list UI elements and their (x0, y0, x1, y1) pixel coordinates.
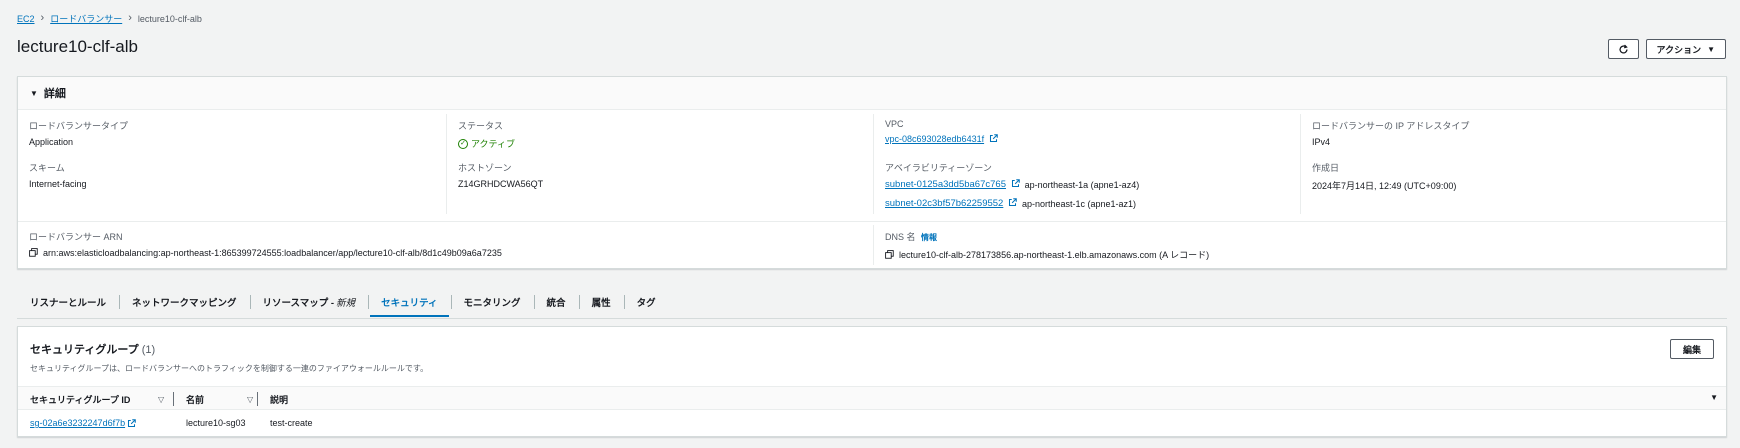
tab-integrations[interactable]: 統合 (533, 288, 579, 316)
check-circle-icon: ✓ (458, 138, 468, 149)
tab-security[interactable]: セキュリティ (368, 288, 450, 317)
chevron-right-icon: › (40, 12, 45, 24)
tab-monitoring[interactable]: モニタリング (450, 288, 534, 316)
status-value: ✓ アクティブ (458, 137, 515, 150)
caret-down-icon: ▼ (30, 88, 38, 98)
scheme-value: Internet-facing (29, 179, 87, 189)
status-text: アクティブ (471, 139, 516, 149)
tab-bar: リスナーとルール ネットワークマッピング リソースマップ - 新規 セキュリティ… (17, 288, 669, 317)
tab-attributes[interactable]: 属性 (578, 288, 624, 316)
hosted-zone-label: ホストゾーン (458, 163, 512, 173)
sort-icon: ▽ (158, 394, 165, 404)
hosted-zone-value: Z14GRHDCWA56QT (458, 179, 544, 189)
ip-type-label: ロードバランサーの IP アドレスタイプ (1312, 121, 1470, 131)
sg-id-link[interactable]: sg-02a6e3232247d6f7b (30, 418, 125, 428)
az-field: アベイラビリティーゾーン subnet-0125a3dd5ba67c765 ap… (885, 161, 1139, 217)
breadcrumb-current: lecture10-clf-alb (137, 13, 202, 24)
actions-button[interactable]: アクション ▼ (1645, 39, 1726, 59)
breadcrumb-load-balancers[interactable]: ロードバランサー (50, 12, 122, 25)
dns-value: lecture10-clf-alb-278173856.ap-northeast… (899, 250, 1210, 260)
vpc-field: VPC vpc-08c693028edb6431f (885, 119, 998, 144)
created-label: 作成日 (1312, 163, 1340, 173)
details-title: 詳細 (43, 88, 66, 100)
scheme-field: スキーム Internet-facing (29, 161, 87, 189)
security-groups-title: セキュリティグループ (1) (30, 344, 156, 356)
copy-icon[interactable] (885, 250, 894, 259)
table-header: セキュリティグループ ID ▽ 名前 ▽ 説明 ▼ (18, 386, 1726, 410)
arn-field: ロードバランサー ARN arn:aws:elasticloadbalancin… (29, 230, 502, 258)
refresh-button[interactable] (1607, 39, 1639, 59)
details-panel: ▼ 詳細 ロードバランサータイプ Application スキーム Intern… (17, 76, 1727, 269)
subnet-row: subnet-0125a3dd5ba67c765 ap-northeast-1a… (885, 179, 1139, 190)
tab-tags[interactable]: タグ (623, 288, 669, 316)
external-link-icon (128, 418, 136, 427)
external-link-icon (1011, 179, 1020, 188)
caret-down-icon[interactable]: ▼ (1710, 393, 1718, 402)
edit-button[interactable]: 編集 (1670, 339, 1714, 359)
column-header-sg-id[interactable]: セキュリティグループ ID ▽ (30, 387, 164, 411)
tab-listeners[interactable]: リスナーとルール (17, 288, 119, 316)
security-groups-description: セキュリティグループは、ロードバランサーへのトラフィックを制御する一連のファイア… (30, 364, 429, 373)
breadcrumb: EC2 › ロードバランサー › lecture10-clf-alb (17, 12, 202, 25)
status-field: ステータス ✓ アクティブ (458, 119, 515, 150)
ip-type-field: ロードバランサーの IP アドレスタイプ IPv4 (1312, 119, 1469, 147)
header-actions: アクション ▼ (1607, 39, 1726, 59)
external-link-icon (989, 134, 998, 143)
subnet-row: subnet-02c3bf57b62259552 ap-northeast-1c… (885, 198, 1139, 209)
subnet-link[interactable]: subnet-0125a3dd5ba67c765 (885, 179, 1006, 190)
page-title: lecture10-clf-alb (17, 37, 138, 56)
subnet-link[interactable]: subnet-02c3bf57b62259552 (885, 198, 1003, 209)
tab-resource-map[interactable]: リソースマップ - 新規 (249, 288, 369, 316)
arn-label: ロードバランサー ARN (29, 232, 123, 242)
ip-type-value: IPv4 (1312, 137, 1331, 147)
sg-name: lecture10-sg03 (186, 418, 246, 428)
status-label: ステータス (458, 121, 504, 131)
tab-network-mapping[interactable]: ネットワークマッピング (119, 288, 250, 316)
column-header-description[interactable]: 説明 (270, 387, 288, 411)
vpc-link[interactable]: vpc-08c693028edb6431f (885, 134, 984, 144)
scheme-label: スキーム (29, 163, 65, 173)
lb-type-value: Application (29, 137, 74, 147)
dns-label: DNS 名 (885, 232, 916, 242)
chevron-right-icon: › (128, 12, 132, 24)
security-groups-panel: セキュリティグループ (1) セキュリティグループは、ロードバランサーへのトラフ… (17, 326, 1727, 437)
sg-description: test-create (270, 418, 313, 428)
external-link-icon (1008, 198, 1017, 207)
security-groups-count: (1) (141, 344, 156, 356)
copy-icon[interactable] (29, 248, 38, 257)
actions-label: アクション (1656, 44, 1702, 55)
column-header-name[interactable]: 名前 ▽ (186, 387, 253, 411)
details-header[interactable]: ▼ 詳細 (18, 77, 1726, 110)
sort-icon: ▽ (247, 394, 254, 404)
table-row: sg-02a6e3232247d6f7b lecture10-sg03 test… (18, 410, 1726, 436)
breadcrumb-ec2[interactable]: EC2 (17, 14, 35, 24)
refresh-icon (1619, 44, 1628, 54)
created-field: 作成日 2024年7月14日, 12:49 (UTC+09:00) (1312, 161, 1456, 192)
subnet-zone: ap-northeast-1a (apne1-az4) (1024, 179, 1140, 190)
dns-field: DNS 名 情報 lecture10-clf-alb-278173856.ap-… (885, 230, 1209, 261)
created-value: 2024年7月14日, 12:49 (UTC+09:00) (1312, 181, 1457, 191)
hosted-zone-field: ホストゾーン Z14GRHDCWA56QT (458, 161, 543, 189)
dns-info-link[interactable]: 情報 (921, 233, 937, 242)
vpc-label: VPC (885, 119, 904, 129)
arn-value: arn:aws:elasticloadbalancing:ap-northeas… (43, 248, 502, 258)
lb-type-label: ロードバランサータイプ (29, 121, 129, 131)
new-badge: 新規 (336, 298, 356, 309)
subnet-zone: ap-northeast-1c (apne1-az1) (1021, 198, 1137, 209)
lb-type-field: ロードバランサータイプ Application (29, 119, 128, 147)
caret-down-icon: ▼ (1707, 44, 1715, 54)
az-label: アベイラビリティーゾーン (885, 163, 992, 173)
